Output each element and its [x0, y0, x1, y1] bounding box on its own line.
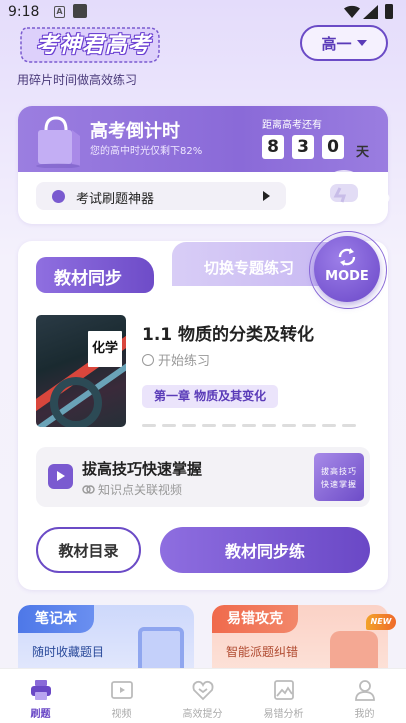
progress-dash — [262, 424, 276, 427]
signal-icon — [363, 5, 378, 19]
link-icon — [82, 485, 95, 494]
tab-label: 高效提分 — [182, 709, 223, 720]
grade-value: 高一 — [321, 34, 352, 53]
countdown-subtitle: 您的高中时光仅剩下82% — [90, 146, 203, 157]
wifi-icon — [344, 5, 360, 18]
tab-label: 我的 — [354, 709, 375, 720]
tab-practice[interactable]: 刷题 — [0, 669, 81, 723]
start-practice-label: 开始练习 — [158, 354, 211, 369]
tab-score-boost[interactable]: 高效提分 — [162, 669, 243, 723]
notification-a-icon: A — [54, 6, 65, 18]
cover-ring — [50, 377, 102, 427]
error-tag: 易错攻克 — [212, 605, 298, 633]
play-button-icon — [48, 464, 73, 489]
bottom-tab-bar: 刷题 视频 高效提分 易错分析 我的 — [0, 668, 406, 723]
progress-dash — [342, 424, 356, 427]
tab-profile[interactable]: 我的 — [324, 669, 405, 723]
video-icon — [111, 681, 133, 699]
chevron-down-icon — [356, 40, 367, 46]
notification-square-icon — [73, 4, 87, 18]
grade-selector[interactable]: 高一 — [300, 25, 388, 61]
tab-textbook-sync[interactable]: 教材同步 — [36, 257, 154, 293]
skill-title: 拔高技巧快速掌握 — [82, 460, 203, 478]
refresh-icon — [338, 248, 356, 266]
tab-video[interactable]: 视频 — [81, 669, 162, 723]
shopping-bag-icon — [36, 116, 80, 168]
progress-dash — [222, 424, 236, 427]
skill-subtitle: 知识点关联视频 — [82, 481, 182, 498]
mode-button[interactable]: MODE — [314, 236, 380, 302]
notebook-subtitle: 随时收藏题目 — [32, 645, 105, 659]
skill-thumbnail: 拔高技巧 快速掌握 — [314, 453, 364, 501]
exam-tool-button[interactable]: 考试刷题神器 — [36, 182, 286, 210]
progress-dash — [202, 424, 216, 427]
exam-tool-label: 考试刷题神器 — [76, 192, 155, 207]
battery-icon — [385, 4, 393, 19]
play-circle-icon — [142, 354, 154, 366]
progress-dash — [242, 424, 256, 427]
thumb-line: 快速掌握 — [321, 480, 357, 489]
notebook-tag: 笔记本 — [18, 605, 94, 633]
sync-practice-button[interactable]: 教材同步练 — [160, 527, 370, 573]
pencil-icon — [52, 190, 65, 203]
countdown-digit: 3 — [292, 135, 314, 159]
person-icon — [355, 680, 375, 701]
heart-chevron-icon — [192, 680, 214, 701]
lesson-title[interactable]: 1.1 物质的分类及转化 — [142, 320, 314, 345]
error-subtitle: 智能派题纠错 — [226, 645, 299, 659]
cover-subject: 化学 — [91, 341, 118, 356]
skill-video-card[interactable]: 拔高技巧快速掌握 知识点关联视频 拔高技巧 快速掌握 — [36, 447, 370, 507]
thumb-line: 拔高技巧 — [321, 467, 357, 476]
chapter-badge[interactable]: 第一章 物质及其变化 — [142, 385, 279, 408]
countdown-digit: 8 — [262, 135, 284, 159]
status-time: 9:18 — [8, 4, 40, 20]
cover-label: 化学 — [88, 331, 122, 367]
robot-mascot-icon — [298, 170, 390, 218]
tab-topic-practice[interactable]: 切换专题练习 — [204, 257, 294, 278]
countdown-digit: 0 — [322, 135, 344, 159]
progress-dash — [182, 424, 196, 427]
progress-dash — [162, 424, 176, 427]
countdown-label: 距离高考还有 — [262, 120, 322, 131]
skill-subtitle-text: 知识点关联视频 — [98, 483, 183, 497]
image-analysis-icon — [274, 680, 294, 700]
progress-dash — [302, 424, 316, 427]
start-practice-link[interactable]: 开始练习 — [142, 350, 210, 369]
progress-dash — [282, 424, 296, 427]
status-bar: 9:18 A — [0, 0, 406, 26]
tab-textbook-sync-label: 教材同步 — [54, 269, 122, 289]
tab-label: 刷题 — [30, 709, 51, 720]
countdown-title: 高考倒计时 — [90, 121, 180, 142]
tab-label: 易错分析 — [263, 709, 304, 720]
progress-dash — [142, 424, 156, 427]
tab-label: 视频 — [111, 709, 132, 720]
textbook-cover[interactable]: 化学 — [36, 315, 126, 427]
printer-icon — [31, 680, 51, 700]
progress-dash — [322, 424, 336, 427]
slogan: 用碎片时间做高效练习 — [17, 73, 138, 87]
catalog-button[interactable]: 教材目录 — [36, 527, 141, 573]
new-badge: NEW — [366, 614, 396, 630]
logo-text: 考神君高考 — [36, 33, 152, 58]
mode-label: MODE — [325, 269, 369, 284]
countdown-unit: 天 — [356, 145, 370, 160]
play-arrow-icon — [263, 191, 270, 201]
tab-error-analysis[interactable]: 易错分析 — [243, 669, 324, 723]
